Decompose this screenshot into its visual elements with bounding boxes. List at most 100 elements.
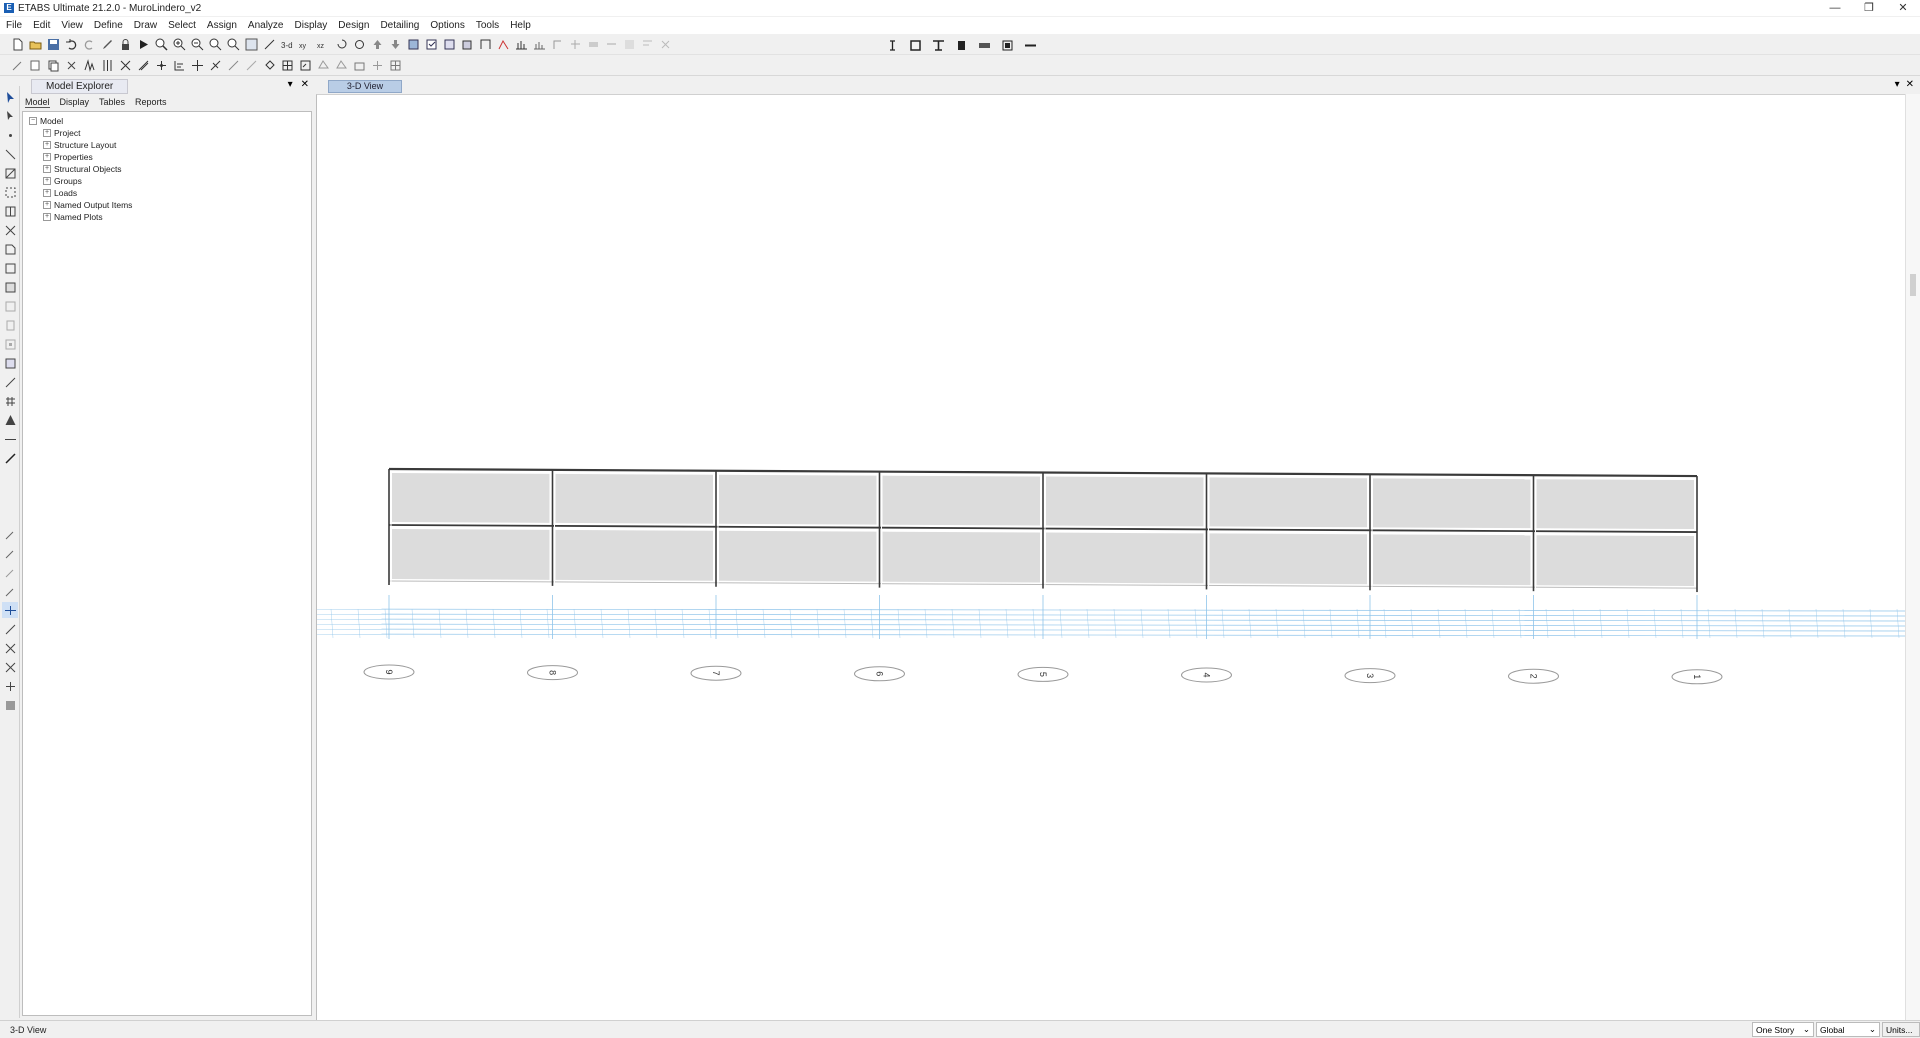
rotate-view-icon[interactable] <box>334 37 349 52</box>
restore-button[interactable]: ❐ <box>1852 0 1886 16</box>
scrollbar-thumb[interactable] <box>1910 274 1916 296</box>
tab-display[interactable]: Display <box>60 97 90 107</box>
grid-line[interactable] <box>1248 608 1252 639</box>
coord-system-select[interactable]: Global ⌄ <box>1816 1022 1880 1037</box>
snap-intersection-icon[interactable] <box>2 564 18 580</box>
draw-joint-icon[interactable] <box>2 127 18 143</box>
menu-help[interactable]: Help <box>510 20 531 31</box>
draw-link-icon[interactable] <box>2 374 18 390</box>
grid-line[interactable] <box>1140 608 1144 639</box>
plan-view-icon[interactable]: xy <box>298 37 313 52</box>
grid-line[interactable] <box>843 608 847 639</box>
design-results-icon[interactable] <box>550 37 565 52</box>
view-3d-icon[interactable]: 3-d <box>280 37 295 52</box>
grid-line[interactable] <box>411 608 415 639</box>
lock-icon[interactable] <box>118 37 133 52</box>
undo-icon[interactable] <box>64 37 79 52</box>
draw-column-icon[interactable] <box>2 184 18 200</box>
view-dropdown-icon[interactable]: ▾ <box>1895 79 1900 90</box>
grid-line[interactable] <box>1680 608 1684 639</box>
zoom-restore-icon[interactable] <box>208 37 223 52</box>
wall-panel[interactable] <box>719 530 877 582</box>
tab-reports[interactable]: Reports <box>135 97 167 107</box>
snap-points-icon[interactable] <box>154 58 169 73</box>
grid-line[interactable] <box>465 608 469 639</box>
grid-line[interactable] <box>1410 608 1414 639</box>
reshape-tool-icon[interactable] <box>2 108 18 124</box>
grid-line[interactable] <box>1167 608 1171 639</box>
draw-grid-icon[interactable] <box>2 393 18 409</box>
zoom-in-icon[interactable] <box>172 37 187 52</box>
beam-section-icon[interactable] <box>931 38 946 53</box>
join-icon[interactable] <box>262 58 277 73</box>
draw-floor-icon[interactable] <box>2 241 18 257</box>
edit-area-icon[interactable] <box>316 58 331 73</box>
paste-icon[interactable] <box>64 58 79 73</box>
menu-analyze[interactable]: Analyze <box>248 20 284 31</box>
menu-select[interactable]: Select <box>168 20 196 31</box>
edit-points-icon[interactable] <box>334 58 349 73</box>
tree-item-groups[interactable]: + Groups <box>23 175 311 187</box>
draw-column-region-icon[interactable] <box>2 203 18 219</box>
save-icon[interactable] <box>46 37 61 52</box>
move-up-icon[interactable] <box>370 37 385 52</box>
menu-options[interactable]: Options <box>430 20 464 31</box>
plot-icon[interactable] <box>604 37 619 52</box>
building-view-icon[interactable] <box>442 37 457 52</box>
draw-floor-region-icon[interactable] <box>2 279 18 295</box>
grid-label[interactable]: 2 <box>1529 674 1539 679</box>
draw-brace-icon[interactable] <box>2 165 18 181</box>
draw-dimension-icon[interactable] <box>2 431 18 447</box>
menu-edit[interactable]: Edit <box>33 20 50 31</box>
new-model-icon[interactable] <box>10 37 25 52</box>
grid-line[interactable] <box>317 623 1905 627</box>
grid-line[interactable] <box>317 613 1905 617</box>
expand-icon[interactable]: + <box>43 177 51 185</box>
wall-panel[interactable] <box>1209 533 1368 585</box>
menu-draw[interactable]: Draw <box>134 20 157 31</box>
close-display-icon[interactable] <box>658 37 673 52</box>
frame-icon[interactable] <box>478 37 493 52</box>
wall-panel[interactable] <box>1046 532 1204 584</box>
grid-label[interactable]: 1 <box>1692 674 1702 679</box>
grid-line[interactable] <box>1545 608 1549 639</box>
model-3d-viewport[interactable]: 9 8 7 6 5 4 3 2 1 <box>316 94 1905 1020</box>
grid-line[interactable] <box>317 608 1905 612</box>
grid-line[interactable] <box>735 608 739 639</box>
grid-line[interactable] <box>546 608 550 639</box>
menu-tools[interactable]: Tools <box>476 20 499 31</box>
snap-parallel-icon[interactable] <box>2 678 18 694</box>
grid-line[interactable] <box>317 628 1905 632</box>
collapse-icon[interactable]: − <box>29 117 37 125</box>
stress-diagram-icon[interactable] <box>532 37 547 52</box>
wall-panel[interactable] <box>1209 477 1368 528</box>
restraints-icon[interactable] <box>118 58 133 73</box>
draw-section-cut-icon[interactable] <box>2 412 18 428</box>
grid-line[interactable] <box>438 608 442 639</box>
grid-line[interactable] <box>1626 608 1630 639</box>
wall-panel[interactable] <box>1536 535 1695 587</box>
wall-panel[interactable] <box>1046 476 1204 527</box>
grid-line[interactable] <box>1491 608 1495 639</box>
mesh-icon[interactable] <box>280 58 295 73</box>
elevation-view-icon[interactable]: xz <box>316 37 331 52</box>
menu-view[interactable]: View <box>61 20 83 31</box>
grid-line[interactable] <box>627 608 631 639</box>
wall-panel[interactable] <box>1536 479 1695 530</box>
force-diagram-icon[interactable] <box>514 37 529 52</box>
grid-line[interactable] <box>1869 608 1873 639</box>
snap-extension-icon[interactable] <box>2 659 18 675</box>
grid-line[interactable] <box>1815 608 1819 639</box>
grid-line[interactable] <box>1302 608 1306 639</box>
grid-line[interactable] <box>1842 608 1846 639</box>
expand-icon[interactable]: + <box>43 201 51 209</box>
redo-icon[interactable] <box>82 37 97 52</box>
grid-line[interactable] <box>951 608 955 639</box>
grid-line[interactable] <box>762 608 766 639</box>
open-model-icon[interactable] <box>28 37 43 52</box>
snap-middle-icon[interactable] <box>2 545 18 561</box>
grid-line[interactable] <box>1005 608 1009 639</box>
grid-line[interactable] <box>708 608 712 639</box>
snap-perpendicular-icon[interactable] <box>2 583 18 599</box>
wall-section-icon[interactable] <box>1000 38 1015 53</box>
